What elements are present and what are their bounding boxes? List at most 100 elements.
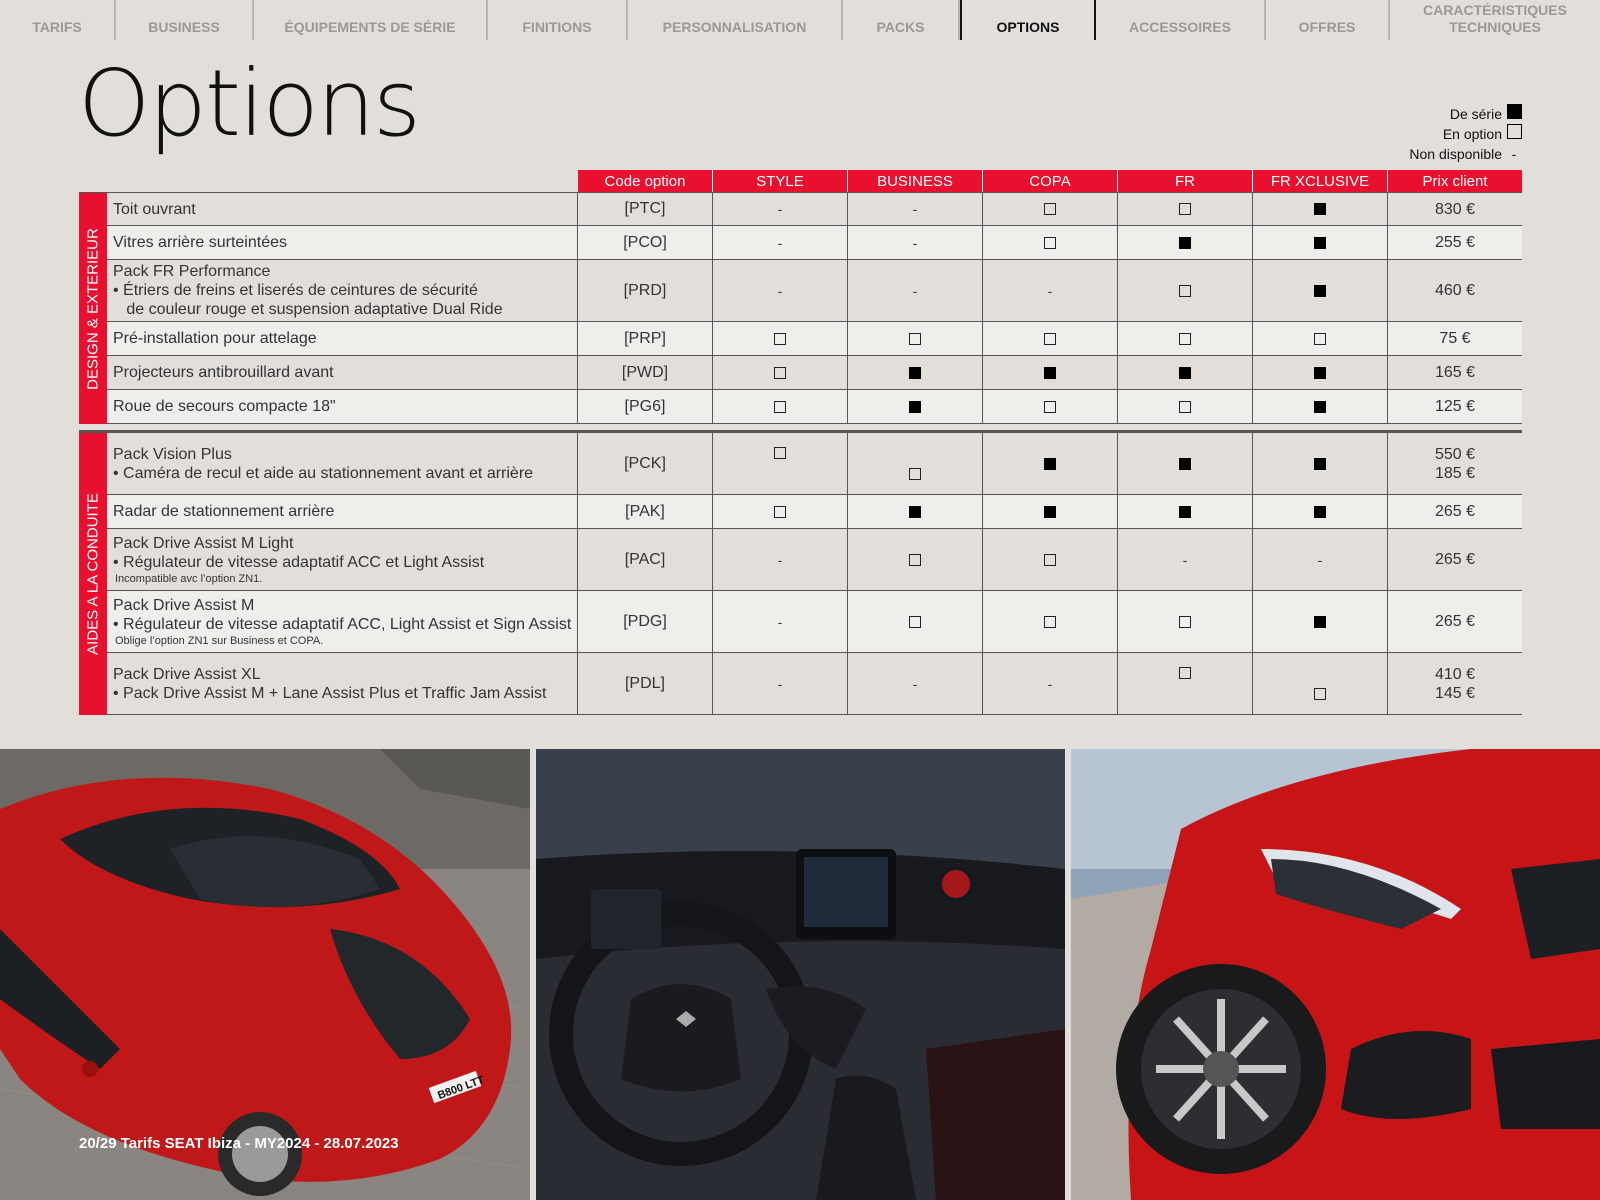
legend-standard: De série xyxy=(1409,104,1522,124)
tab-packs[interactable]: PACKS xyxy=(843,0,960,40)
tab-finitions[interactable]: FINITIONS xyxy=(488,0,628,40)
price-cell: 830 € xyxy=(1388,193,1522,225)
option-name: Pack FR Performance xyxy=(113,263,271,280)
empty-square-icon xyxy=(774,366,786,379)
price-cell: 165 € xyxy=(1388,356,1522,389)
top-navigation: TARIFS BUSINESS ÉQUIPEMENTS DE SÉRIE FINITI… xyxy=(0,0,1600,44)
option-label-cell: Roue de secours compacte 18" xyxy=(107,390,578,423)
availability-cell xyxy=(848,322,983,355)
dash-icon: - xyxy=(912,675,918,692)
availability-cell xyxy=(848,390,983,423)
price-value: 265 € xyxy=(1434,551,1476,568)
empty-square-icon xyxy=(1044,400,1056,413)
dash-icon: - xyxy=(777,282,783,299)
empty-square-icon xyxy=(1314,332,1326,345)
option-label-cell: Pack FR Performance • Étriers de freins e… xyxy=(107,260,578,321)
availability-cell xyxy=(713,495,848,528)
table-row: Roue de secours compacte 18" [PG6] 125 € xyxy=(107,390,1522,424)
filled-square-icon xyxy=(909,400,921,413)
option-label-cell: Toit ouvrant xyxy=(107,193,578,225)
empty-square-icon xyxy=(909,468,921,480)
empty-square-icon xyxy=(1044,615,1056,628)
filled-square-icon xyxy=(909,505,921,518)
availability-cell: - xyxy=(713,591,848,652)
availability-cell: - xyxy=(1118,529,1253,590)
availability-cell xyxy=(713,433,848,494)
dash-icon: - xyxy=(912,282,918,299)
availability-cell xyxy=(713,390,848,423)
table-row: Projecteurs antibrouillard avant [PWD] 165… xyxy=(107,356,1522,390)
option-label-cell: Pack Drive Assist M • Régulateur de vites… xyxy=(107,591,578,652)
option-detail: • Étriers de freins et liserés de ceintu… xyxy=(113,282,478,299)
price-value: 265 € xyxy=(1434,613,1476,630)
option-name: Pré-installation pour attelage xyxy=(113,330,317,347)
table-row: Pack Drive Assist M Light • Régulateur de… xyxy=(107,529,1522,591)
filled-square-icon xyxy=(1314,284,1326,297)
legend-standard-label: De série xyxy=(1449,106,1502,122)
empty-square-icon xyxy=(1044,332,1056,345)
availability-cell: - xyxy=(1253,529,1388,590)
options-table: Code option STYLE BUSINESS COPA FR FR XCLUSIV… xyxy=(79,170,1522,715)
dash-icon: - xyxy=(777,551,783,568)
availability-cell: - xyxy=(713,260,848,321)
tab-accessoires[interactable]: ACCESSOIRES xyxy=(1096,0,1266,40)
availability-cell xyxy=(1253,322,1388,355)
tab-options[interactable]: OPTIONS xyxy=(960,0,1096,40)
availability-cell xyxy=(848,356,983,389)
availability-cell xyxy=(1253,226,1388,259)
tab-offres[interactable]: OFFRES xyxy=(1266,0,1390,40)
filled-square-icon xyxy=(1044,366,1056,379)
option-detail: • Pack Drive Assist M + Lane Assist Plus… xyxy=(113,684,547,702)
availability-cell xyxy=(1253,260,1388,321)
tab-tarifs[interactable]: TARIFS xyxy=(0,0,116,40)
availability-cell xyxy=(848,529,983,590)
availability-cell xyxy=(1253,495,1388,528)
option-name: Radar de stationnement arrière xyxy=(113,503,335,520)
filled-square-icon xyxy=(1314,505,1326,518)
table-group: AIDES A LA CONDUITE Pack Vision Plus • Cam… xyxy=(79,430,1522,715)
table-row: Radar de stationnement arrière [PAK] 265 € xyxy=(107,495,1522,529)
option-code: [PAK] xyxy=(578,495,713,528)
price-value: 830 € xyxy=(1434,200,1476,218)
option-label-cell: Pack Drive Assist M Light • Régulateur de… xyxy=(107,529,578,590)
price-value: 460 € xyxy=(1434,282,1476,299)
availability-cell: - xyxy=(848,193,983,225)
option-code: [PWD] xyxy=(578,356,713,389)
option-name: Vitres arrière surteintées xyxy=(113,234,287,251)
table-row: Pack FR Performance • Étriers de freins e… xyxy=(107,260,1522,322)
price-cell: 265 € xyxy=(1388,591,1522,652)
group-label-text: AIDES A LA CONDUITE xyxy=(84,493,102,655)
availability-cell: - xyxy=(848,260,983,321)
filled-square-icon xyxy=(1044,457,1056,470)
dash-icon: - xyxy=(777,201,783,217)
availability-cell xyxy=(1253,433,1388,494)
tab-personnalisation[interactable]: PERSONNALISATION xyxy=(628,0,843,40)
tab-business[interactable]: BUSINESS xyxy=(116,0,254,40)
availability-cell xyxy=(848,433,983,494)
price-value: 410 € xyxy=(1434,665,1476,683)
availability-cell xyxy=(1118,390,1253,423)
availability-cell: - xyxy=(713,226,848,259)
price-cell: 265 € xyxy=(1388,529,1522,590)
tab-équipements-de-série[interactable]: ÉQUIPEMENTS DE SÉRIE xyxy=(254,0,488,40)
dash-icon: - xyxy=(1317,551,1323,568)
price-value: 185 € xyxy=(1434,464,1476,482)
column-header: Prix client xyxy=(1388,170,1522,192)
price-cell: 460 € xyxy=(1388,260,1522,321)
price-cell: 265 € xyxy=(1388,495,1522,528)
price-value: 75 € xyxy=(1439,330,1471,347)
availability-cell xyxy=(983,226,1118,259)
table-group: DESIGN & EXTERIEUR Toit ouvrant [PTC] - - 830… xyxy=(79,192,1522,424)
option-code: [PDG] xyxy=(578,591,713,652)
table-row: Vitres arrière surteintées [PCO] - - 255 € xyxy=(107,226,1522,260)
filled-square-icon xyxy=(1179,366,1191,379)
availability-cell: - xyxy=(713,193,848,225)
dash-icon: - xyxy=(1511,146,1517,162)
filled-square-icon xyxy=(1506,104,1522,119)
filled-square-icon xyxy=(1314,615,1326,628)
dash-icon: - xyxy=(1182,551,1188,568)
photo-car-top-view: B800 LTT xyxy=(0,749,530,1200)
tab-caractéristiques-techniques[interactable]: CARACTÉRISTIQUES TECHNIQUES xyxy=(1390,0,1600,40)
option-label-cell: Vitres arrière surteintées xyxy=(107,226,578,259)
group-label: DESIGN & EXTERIEUR xyxy=(79,193,107,424)
